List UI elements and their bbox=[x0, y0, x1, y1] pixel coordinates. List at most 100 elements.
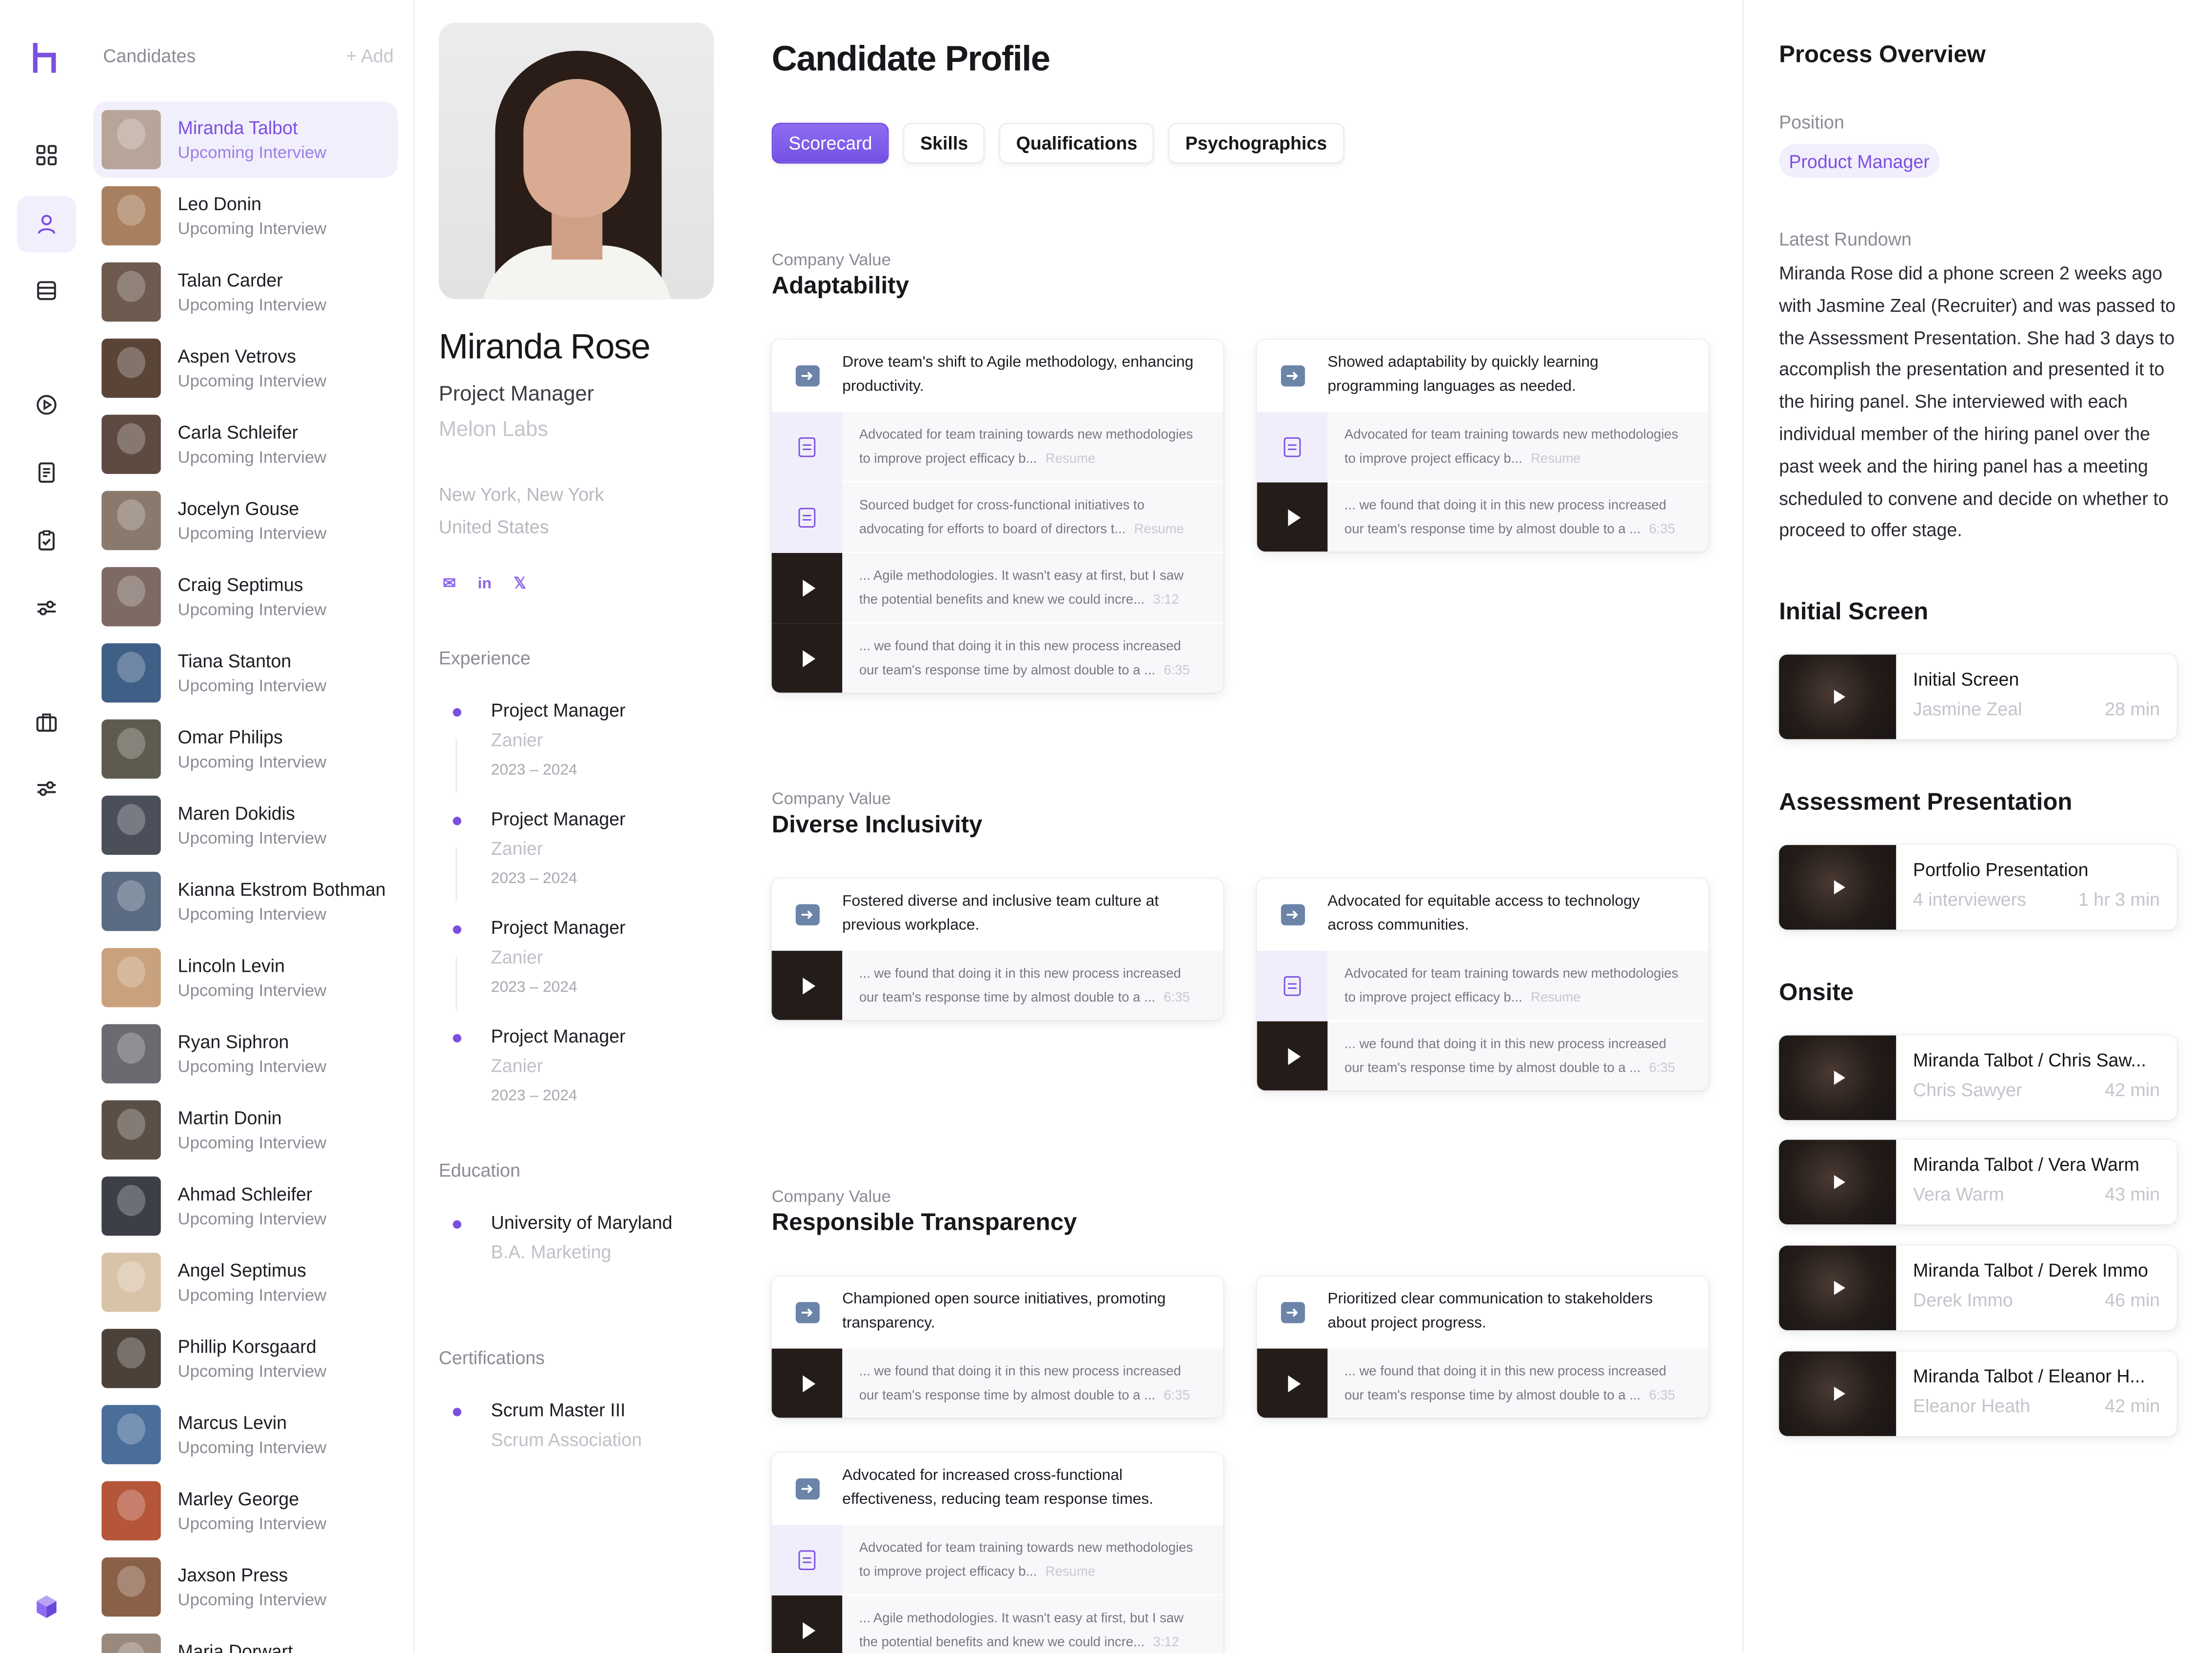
x-icon[interactable]: 𝕏 bbox=[511, 574, 529, 592]
candidate-list-item[interactable]: Tiana Stanton Upcoming Interview bbox=[93, 635, 398, 711]
interview-recording-card[interactable]: Initial Screen Jasmine Zeal 28 min bbox=[1779, 654, 2177, 739]
candidate-photo bbox=[438, 22, 714, 299]
document-glyph bbox=[798, 436, 816, 456]
candidate-name: Martin Donin bbox=[178, 1107, 282, 1129]
tab-skills[interactable]: Skills bbox=[903, 122, 985, 164]
play-icon[interactable] bbox=[771, 552, 843, 623]
play-icon[interactable] bbox=[771, 1594, 843, 1653]
video-evidence-row[interactable]: ... we found that doing it in this new p… bbox=[1257, 481, 1709, 552]
video-thumbnail[interactable] bbox=[1779, 1351, 1896, 1437]
resume-evidence-row[interactable]: Advocated for team training towards new … bbox=[1257, 410, 1709, 482]
app-root: Candidates + Add Miranda Talbot Upcoming … bbox=[0, 0, 2212, 1653]
candidate-status: Upcoming Interview bbox=[178, 1590, 327, 1610]
settings-nav-button[interactable] bbox=[17, 760, 77, 817]
candidate-list-item[interactable]: Craig Septimus Upcoming Interview bbox=[93, 559, 398, 635]
candidate-country: United States bbox=[438, 516, 549, 538]
video-thumbnail[interactable] bbox=[1779, 1245, 1896, 1331]
candidate-list-item[interactable]: Talan Carder Upcoming Interview bbox=[93, 254, 398, 330]
candidate-list-item[interactable]: Martin Donin Upcoming Interview bbox=[93, 1092, 398, 1168]
linkedin-icon[interactable]: in bbox=[475, 574, 494, 592]
candidate-avatar bbox=[101, 110, 161, 170]
video-evidence-row[interactable]: ... we found that doing it in this new p… bbox=[1257, 1347, 1709, 1418]
candidate-name: Marcus Levin bbox=[178, 1412, 287, 1434]
video-evidence-row[interactable]: ... Agile methodologies. It wasn't easy … bbox=[771, 1594, 1224, 1653]
video-evidence-row[interactable]: ... we found that doing it in this new p… bbox=[1257, 1020, 1709, 1091]
tasks-nav-button[interactable] bbox=[17, 512, 77, 569]
candidate-list-item[interactable]: Lincoln Levin Upcoming Interview bbox=[93, 940, 398, 1016]
video-thumbnail[interactable] bbox=[1779, 654, 1896, 739]
video-evidence-row[interactable]: ... Agile methodologies. It wasn't easy … bbox=[771, 551, 1224, 623]
candidate-list-item[interactable]: Marcus Levin Upcoming Interview bbox=[93, 1397, 398, 1473]
interview-recording-card[interactable]: Miranda Talbot / Derek Immo Derek Immo 46 … bbox=[1779, 1245, 2177, 1331]
clipboard-check-icon bbox=[38, 530, 55, 551]
tab-scorecard[interactable]: Scorecard bbox=[771, 122, 889, 164]
evidence-card: ➜ Advocated for equitable access to techn… bbox=[1257, 879, 1709, 1091]
candidate-list-item[interactable]: Omar Philips Upcoming Interview bbox=[93, 711, 398, 787]
video-thumbnail[interactable] bbox=[1779, 1035, 1896, 1121]
play-icon[interactable] bbox=[1257, 1348, 1328, 1418]
candidate-list-item[interactable]: Leo Donin Upcoming Interview bbox=[93, 178, 398, 254]
play-icon[interactable] bbox=[771, 623, 843, 693]
play-icon[interactable] bbox=[1257, 481, 1328, 552]
interview-recording-card[interactable]: Miranda Talbot / Chris Saw... Chris Sawye… bbox=[1779, 1035, 2177, 1121]
tab-qualifications[interactable]: Qualifications bbox=[999, 122, 1155, 164]
add-candidate-button[interactable]: + Add bbox=[346, 45, 394, 66]
database-nav-button[interactable] bbox=[17, 262, 77, 319]
candidate-avatar bbox=[101, 1633, 161, 1653]
resume-evidence-row[interactable]: Advocated for team training towards new … bbox=[771, 410, 1224, 482]
interview-recording-card[interactable]: Miranda Talbot / Vera Warm Vera Warm 43 mi… bbox=[1779, 1140, 2177, 1225]
candidate-list-item[interactable]: Kianna Ekstrom Bothman Upcoming Interview bbox=[93, 864, 398, 940]
candidate-list-item[interactable]: Miranda Talbot Upcoming Interview bbox=[93, 101, 398, 178]
video-thumbnail[interactable] bbox=[1779, 1140, 1896, 1225]
evidence-headline: Prioritized clear communication to stake… bbox=[1327, 1291, 1653, 1332]
evidence-headline: Advocated for equitable access to techno… bbox=[1327, 893, 1640, 934]
candidate-list-item[interactable]: Aspen Vetrovs Upcoming Interview bbox=[93, 330, 398, 406]
timeline-dot bbox=[453, 708, 462, 717]
video-evidence-row[interactable]: ... we found that doing it in this new p… bbox=[771, 1347, 1224, 1418]
candidate-list-item[interactable]: Carla Schleifer Upcoming Interview bbox=[93, 406, 398, 482]
interview-meta: Jasmine Zeal 28 min bbox=[1913, 698, 2160, 719]
interview-recording-card[interactable]: Portfolio Presentation 4 interviewers 1 hr… bbox=[1779, 845, 2177, 930]
evidence-excerpt: ... Agile methodologies. It wasn't easy … bbox=[842, 564, 1198, 611]
candidate-list-item[interactable]: Angel Septimus Upcoming Interview bbox=[93, 1244, 398, 1320]
resume-evidence-row[interactable]: Sourced budget for cross-functional init… bbox=[771, 481, 1224, 552]
interview-meta: Derek Immo 46 min bbox=[1913, 1289, 2160, 1310]
candidate-list-item[interactable]: Maria DorwartUpcoming Interview bbox=[93, 1625, 398, 1653]
play-icon[interactable] bbox=[771, 950, 843, 1020]
candidate-list-item[interactable]: Phillip Korsgaard Upcoming Interview bbox=[93, 1320, 398, 1397]
dashboard-nav-button[interactable] bbox=[17, 127, 77, 183]
candidate-list-item[interactable]: Marley George Upcoming Interview bbox=[93, 1473, 398, 1549]
candidates-nav-button[interactable] bbox=[17, 196, 77, 253]
resume-evidence-row[interactable]: Advocated for team training towards new … bbox=[1257, 949, 1709, 1021]
video-evidence-row[interactable]: ... we found that doing it in this new p… bbox=[771, 622, 1224, 693]
evidence-headline: Showed adaptability by quickly learning … bbox=[1327, 354, 1599, 395]
interview-recording-card[interactable]: Miranda Talbot / Eleanor H... Eleanor Hea… bbox=[1779, 1351, 2177, 1437]
video-thumbnail[interactable] bbox=[1779, 845, 1896, 930]
candidate-status: Upcoming Interview bbox=[178, 1056, 327, 1077]
candidate-status: Upcoming Interview bbox=[178, 447, 327, 467]
cube-icon[interactable] bbox=[34, 1594, 59, 1619]
brand-logo[interactable] bbox=[31, 42, 62, 74]
tab-psychographics[interactable]: Psychographics bbox=[1168, 122, 1344, 164]
excerpt-meta: 6:35 bbox=[1649, 1387, 1676, 1403]
recordings-nav-button[interactable] bbox=[17, 376, 77, 433]
candidate-name: Maria Dorwart bbox=[178, 1640, 293, 1653]
resume-evidence-row[interactable]: Advocated for team training towards new … bbox=[771, 1523, 1224, 1595]
candidate-list-item[interactable]: Jocelyn Gouse Upcoming Interview bbox=[93, 482, 398, 558]
play-icon[interactable] bbox=[1257, 1021, 1328, 1091]
candidate-list-item[interactable]: Ryan Siphron Upcoming Interview bbox=[93, 1016, 398, 1092]
excerpt-meta: Resume bbox=[1530, 451, 1581, 467]
jobs-nav-button[interactable] bbox=[17, 694, 77, 750]
candidate-list-item[interactable]: Maren Dokidis Upcoming Interview bbox=[93, 787, 398, 863]
candidate-list-item[interactable]: Ahmad Schleifer Upcoming Interview bbox=[93, 1168, 398, 1244]
candidate-status: Upcoming Interview bbox=[178, 523, 327, 543]
candidate-info: Maria DorwartUpcoming Interview bbox=[178, 1641, 327, 1653]
documents-nav-button[interactable] bbox=[17, 444, 77, 501]
filters-nav-button[interactable] bbox=[17, 580, 77, 636]
candidate-list-item[interactable]: Jaxson Press Upcoming Interview bbox=[93, 1549, 398, 1625]
interview-meta: Chris Sawyer 42 min bbox=[1913, 1079, 2160, 1100]
play-icon[interactable] bbox=[771, 1348, 843, 1418]
video-evidence-row[interactable]: ... we found that doing it in this new p… bbox=[771, 949, 1224, 1020]
mail-icon[interactable]: ✉ bbox=[440, 574, 459, 592]
candidate-avatar bbox=[101, 491, 161, 551]
